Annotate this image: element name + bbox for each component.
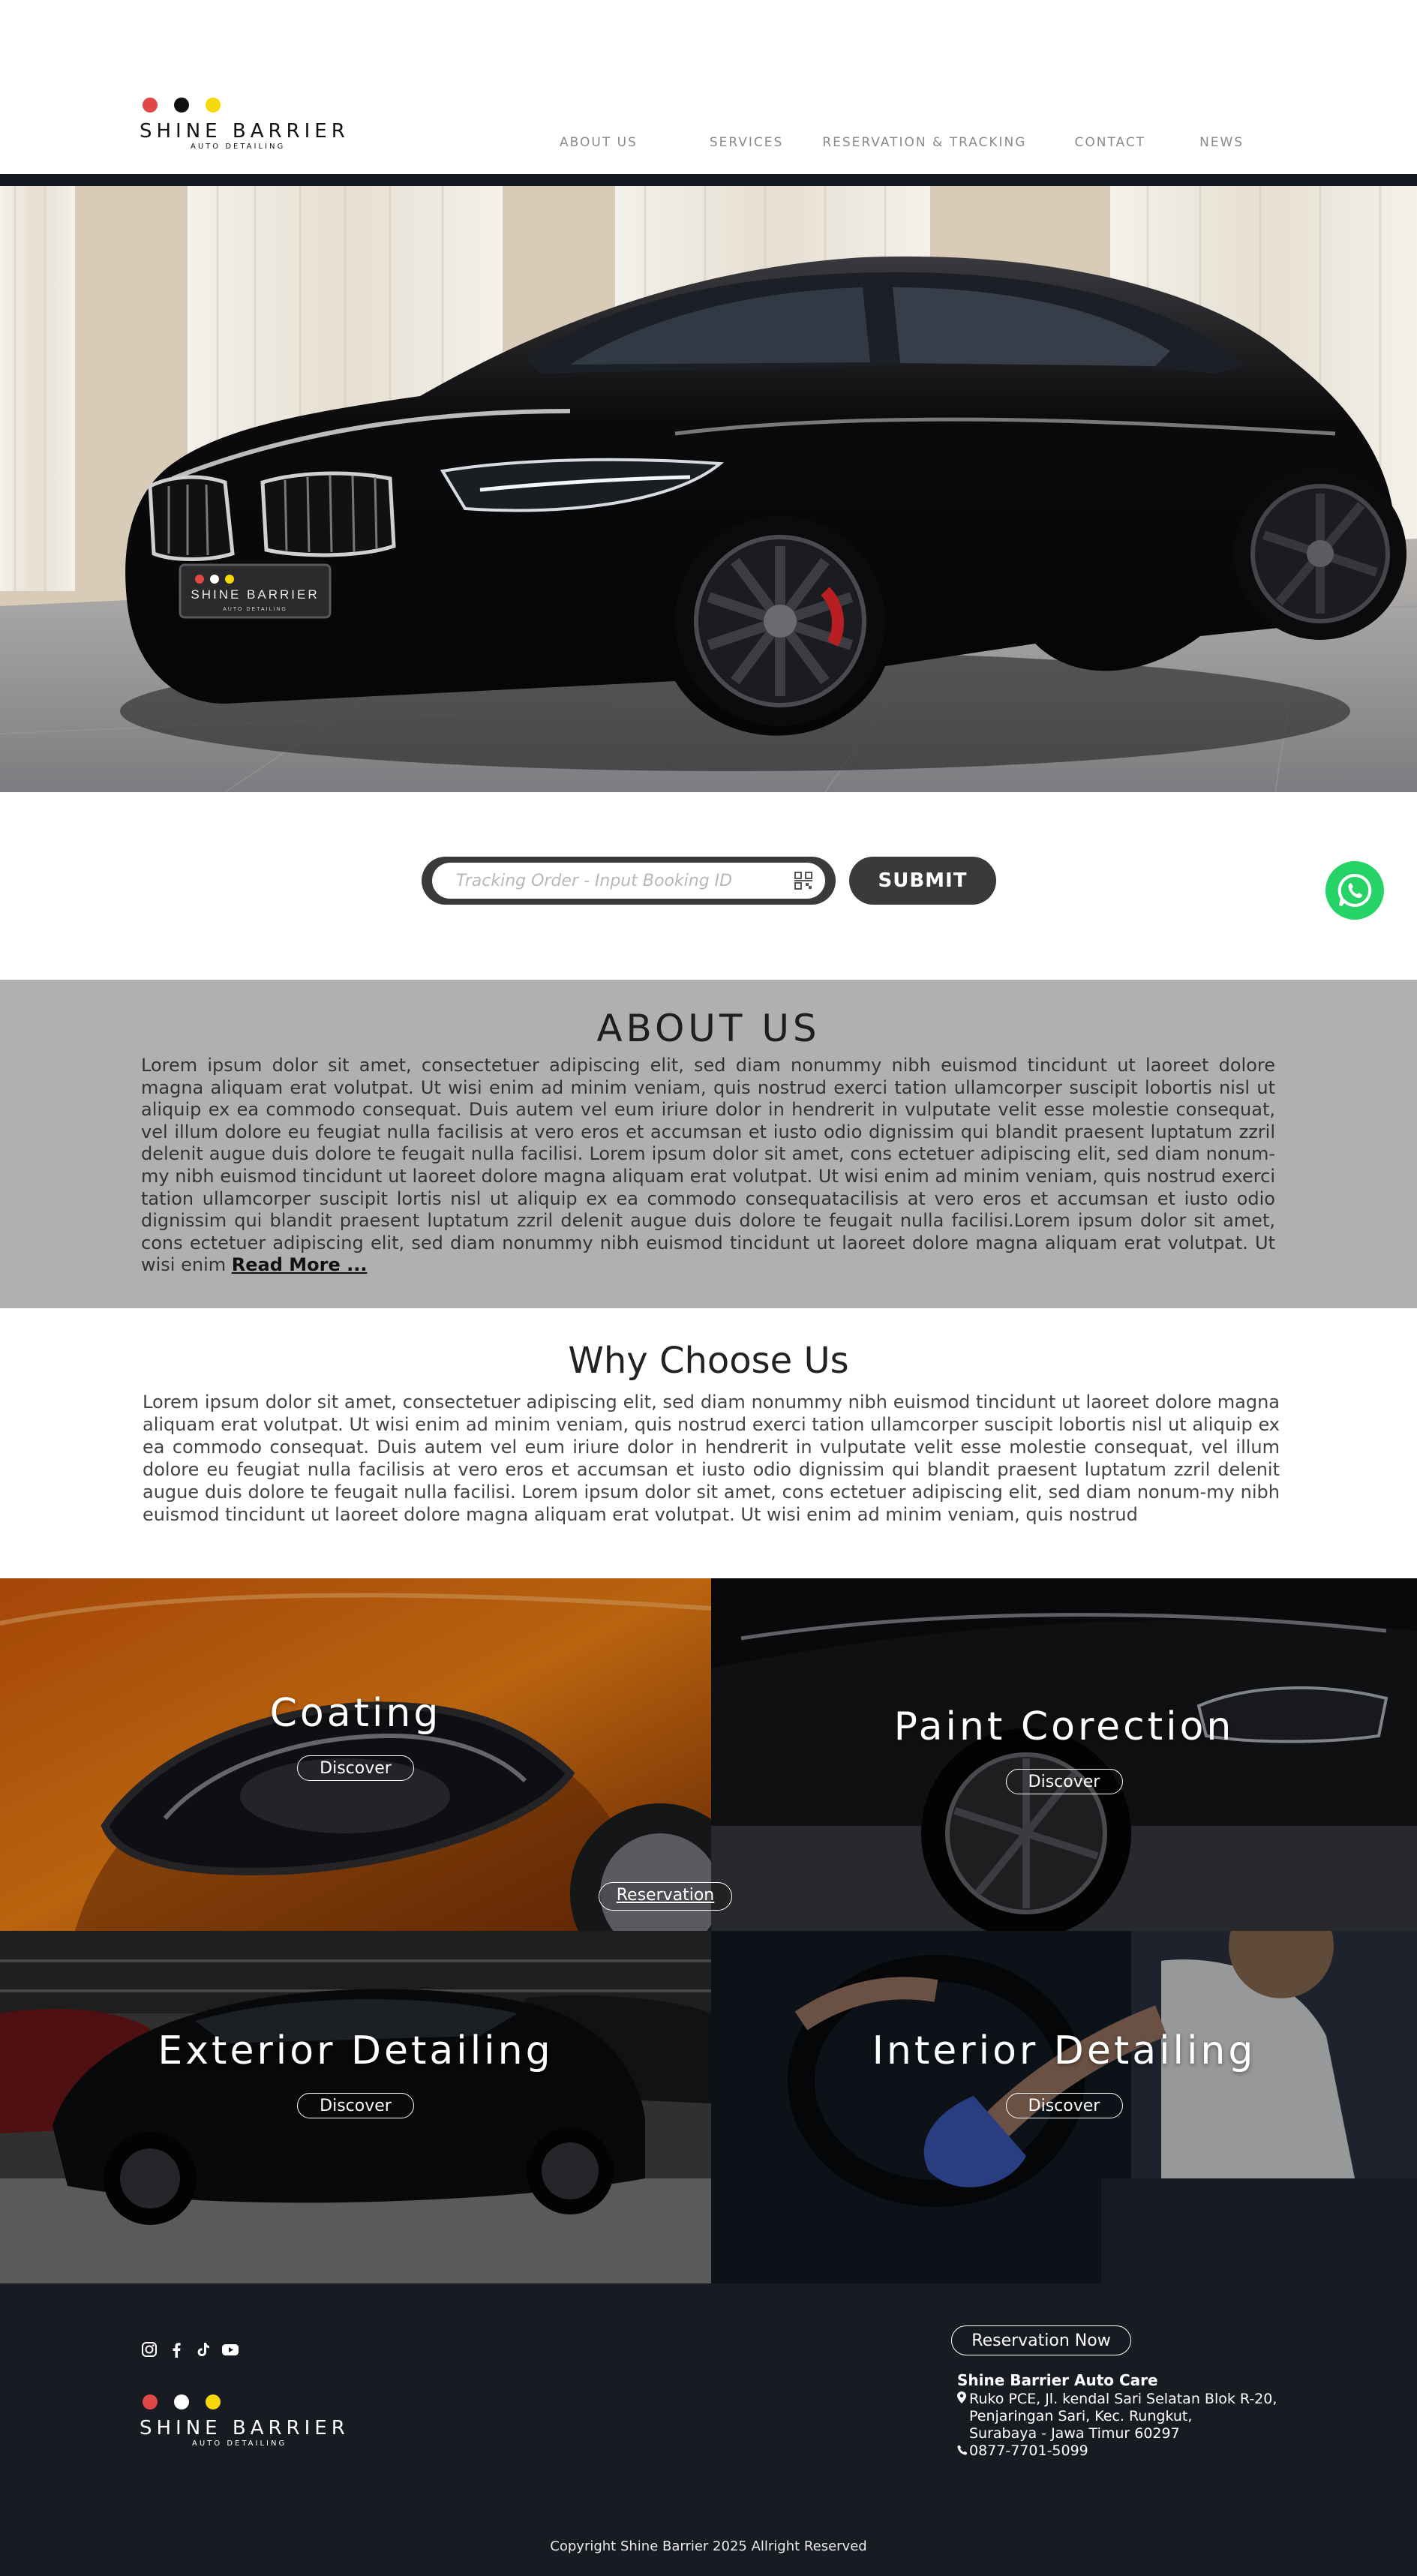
logo-dot-red [143, 98, 158, 113]
brand-logo[interactable]: SHINE BARRIER AUTO DETAILING [140, 98, 357, 154]
paint-correction-image [711, 1578, 1417, 1931]
location-pin-icon [957, 2391, 969, 2442]
logo-dot-yellow [206, 98, 221, 113]
header-divider [0, 174, 1417, 186]
why-body: Lorem ipsum dolor sit amet, consectetuer… [143, 1392, 1280, 1525]
tracking-field-inner [432, 863, 825, 899]
logo-dot-black [174, 98, 189, 113]
service-tile-interior-detailing[interactable]: Interior Detailing Discover [711, 1931, 1417, 2283]
whatsapp-button[interactable] [1325, 861, 1384, 920]
hero-car-image: SHINE BARRIER AUTO DETAILING [0, 186, 1417, 792]
footer-logo-dots [143, 2394, 365, 2409]
coating-image [0, 1578, 711, 1931]
phone-number[interactable]: 0877-7701-5099 [969, 2442, 1088, 2460]
phone: 0877-7701-5099 [957, 2442, 1302, 2460]
paint-correction-discover-button[interactable]: Discover [1005, 1769, 1123, 1794]
paint-correction-title: Paint Corection [893, 1704, 1235, 1749]
site-footer: SHINE BARRIER AUTO DETAILING Reservation… [0, 2283, 1417, 2576]
tracking-form: SUBMIT [422, 857, 996, 905]
about-body: Lorem ipsum dolor sit amet, consectetuer… [141, 1055, 1275, 1277]
tiktok-icon[interactable] [194, 2340, 212, 2358]
about-title: ABOUT US [596, 1007, 821, 1050]
reservation-floating-button[interactable]: Reservation [599, 1882, 732, 1911]
service-tile-exterior-detailing[interactable]: Exterior Detailing Discover [0, 1931, 711, 2283]
site-header: SHINE BARRIER AUTO DETAILING ABOUT US SE… [0, 0, 1417, 174]
address-line-3: Surabaya - Jawa Timur 60297 [969, 2425, 1180, 2442]
nav-services[interactable]: SERVICES [710, 135, 783, 150]
booking-id-input[interactable] [456, 871, 794, 890]
footer-dot-white [174, 2394, 189, 2409]
company-info: Shine Barrier Auto Care Ruko PCE, Jl. ke… [957, 2372, 1302, 2460]
nav-about-us[interactable]: ABOUT US [560, 135, 638, 150]
nav-contact[interactable]: CONTACT [1074, 135, 1145, 150]
footer-dot-red [143, 2394, 158, 2409]
read-more-link[interactable]: Read More ... [232, 1254, 368, 1275]
brand-tagline: AUTO DETAILING [191, 143, 286, 151]
address-line-1: Ruko PCE, Jl. kendal Sari Selatan Blok R… [969, 2391, 1277, 2407]
reservation-now-button[interactable]: Reservation Now [951, 2325, 1131, 2355]
footer-logo[interactable]: SHINE BARRIER AUTO DETAILING [140, 2394, 365, 2448]
address-lines: Ruko PCE, Jl. kendal Sari Selatan Blok R… [969, 2391, 1277, 2442]
interior-detailing-title: Interior Detailing [872, 2028, 1256, 2073]
phone-icon [957, 2442, 969, 2460]
about-section: ABOUT US Lorem ipsum dolor sit amet, con… [0, 980, 1417, 1308]
plate-tagline: AUTO DETAILING [223, 607, 287, 612]
why-title: Why Choose Us [568, 1340, 849, 1382]
main-nav: ABOUT US SERVICES RESERVATION & TRACKING… [560, 135, 1244, 150]
why-choose-us-section: Why Choose Us Lorem ipsum dolor sit amet… [0, 1308, 1417, 1578]
services-grid: Coating Discover Paint Corection Discove… [0, 1578, 1417, 2283]
submit-button[interactable]: SUBMIT [849, 857, 996, 905]
exterior-detailing-discover-button[interactable]: Discover [297, 2093, 414, 2118]
address: Ruko PCE, Jl. kendal Sari Selatan Blok R… [957, 2391, 1302, 2442]
nav-reservation-tracking[interactable]: RESERVATION & TRACKING [822, 135, 1026, 150]
plate-brand: SHINE BARRIER [191, 587, 319, 602]
coating-discover-button[interactable]: Discover [297, 1755, 414, 1781]
copyright: Copyright Shine Barrier 2025 Allright Re… [550, 2538, 867, 2554]
footer-brand-tagline: AUTO DETAILING [192, 2439, 287, 2448]
logo-dots [143, 98, 357, 113]
instagram-icon[interactable] [140, 2340, 158, 2358]
hero-banner: SHINE BARRIER AUTO DETAILING [0, 186, 1417, 792]
coating-title: Coating [269, 1691, 442, 1736]
qr-scan-icon[interactable] [794, 871, 813, 890]
service-tile-paint-correction[interactable]: Paint Corection Discover [711, 1578, 1417, 1931]
brand-name: SHINE BARRIER [140, 120, 350, 143]
youtube-icon[interactable] [221, 2340, 239, 2358]
facebook-icon[interactable] [167, 2340, 185, 2358]
exterior-detailing-title: Exterior Detailing [158, 2028, 554, 2073]
company-name: Shine Barrier Auto Care [957, 2371, 1158, 2389]
social-links [140, 2340, 239, 2358]
whatsapp-icon [1337, 873, 1372, 907]
nav-news[interactable]: NEWS [1199, 135, 1244, 150]
address-line-2: Penjaringan Sari, Kec. Rungkut, [969, 2408, 1193, 2424]
footer-brand-name: SHINE BARRIER [140, 2417, 350, 2439]
tracking-field-wrapper [422, 857, 836, 905]
service-tile-coating[interactable]: Coating Discover [0, 1578, 711, 1931]
interior-detailing-discover-button[interactable]: Discover [1005, 2093, 1123, 2118]
about-text: Lorem ipsum dolor sit amet, consectetuer… [141, 1055, 1275, 1276]
footer-dot-yellow [206, 2394, 221, 2409]
